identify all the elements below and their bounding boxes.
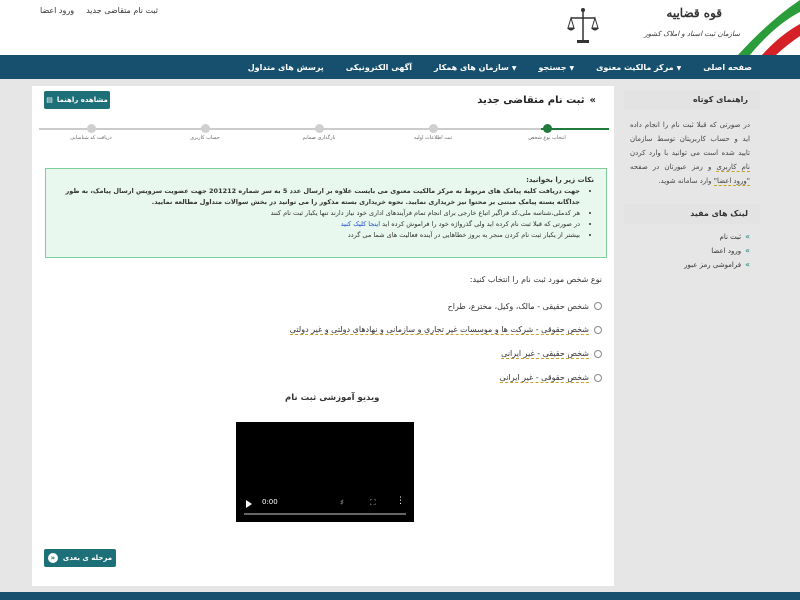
- person-type-options: شخص حقیقی - مالک، وکیل، مخترع، طراح شخص …: [289, 294, 602, 390]
- nav-menu: صفحه اصلی ▼مرکز مالکیت معنوی ▼جستجو ▼ساز…: [248, 55, 752, 79]
- iran-flag-icon: [738, 0, 800, 55]
- click-here-link[interactable]: اینجا کلیک کنید: [341, 220, 380, 228]
- notice-item: هر کدملی،شناسه ملی،کد فراگیر اتباع خارجی…: [56, 208, 580, 219]
- video-time: 0:00: [262, 498, 278, 506]
- tutorial-video-player[interactable]: 0:00 ♯ ⛶ ⋮: [236, 422, 414, 522]
- video-title: ویدیو آموزشی ثبت نام: [285, 393, 380, 403]
- top-links: ورود اعضا ثبت نام متقاضی جدید: [40, 6, 158, 15]
- step-dot: [314, 124, 324, 133]
- login-link[interactable]: ورود اعضا: [40, 6, 74, 15]
- nav-item-search[interactable]: ▼جستجو: [539, 63, 575, 72]
- person-type-question: نوع شخص مورد ثبت نام را انتخاب کنید:: [469, 275, 602, 284]
- chevron-left-icon: »: [745, 246, 750, 255]
- double-chevron-icon: »: [589, 95, 596, 106]
- main-navbar: صفحه اصلی ▼مرکز مالکیت معنوی ▼جستجو ▼ساز…: [0, 55, 800, 79]
- header: ورود اعضا ثبت نام متقاضی جدید قوه قضاییه…: [0, 0, 800, 55]
- caret-down-icon: ▼: [676, 64, 682, 72]
- option-legal-person[interactable]: شخص حقوقی - شرکت ها و موسسات غیر تجاری و…: [289, 318, 602, 342]
- notice-list: جهت دریافت کلیه پیامک های مربوط به مرکز …: [56, 186, 594, 241]
- nav-item-partners[interactable]: ▼سازمان های همکار: [434, 63, 517, 72]
- step-dot: [200, 124, 210, 133]
- step-4: حساب کاربری: [165, 123, 245, 141]
- fullscreen-icon[interactable]: ⛶: [370, 498, 376, 508]
- chevron-left-icon: »: [745, 260, 750, 269]
- option-foreign-natural-person[interactable]: شخص حقیقی - غیر ایرانی: [290, 342, 602, 366]
- logo[interactable]: قوه قضاییه سازمان ثبت اسناد و املاک کشور: [540, 0, 800, 55]
- wizard-stepper: انتخاب نوع شخص ثبت اطلاعات اولیه بارگذار…: [39, 123, 609, 143]
- chevron-left-icon: »: [745, 232, 750, 241]
- main-panel: مشاهده راهنما ▤ »ثبت نام متقاضی جدید انت…: [32, 86, 614, 586]
- video-progress-bar[interactable]: [244, 513, 406, 515]
- page-title: »ثبت نام متقاضی جدید: [477, 95, 596, 106]
- option-natural-person[interactable]: شخص حقیقی - مالک، وکیل، مخترع، طراح: [290, 294, 602, 318]
- nav-item-faq[interactable]: پرسش های متداول: [248, 63, 324, 72]
- step-5: دریافت کد شناسایی: [51, 123, 131, 141]
- notice-box: نکات زیر را بخوانید: جهت دریافت کلیه پیا…: [45, 168, 607, 258]
- next-step-button[interactable]: مرحله ی بعدی «: [44, 549, 116, 567]
- step-dot: [428, 124, 438, 133]
- notice-item: بیشتر از یکبار ثبت نام کردن منجر به بروز…: [56, 230, 580, 241]
- radio-button[interactable]: [594, 374, 602, 382]
- step-dot: [86, 124, 96, 133]
- sidebar-link-forgot-password[interactable]: »فراموشی رمز عبور: [624, 258, 750, 272]
- nav-item-home[interactable]: صفحه اصلی: [703, 63, 752, 72]
- notice-title: نکات زیر را بخوانید:: [526, 176, 594, 184]
- radio-button[interactable]: [594, 326, 602, 334]
- register-link[interactable]: ثبت نام متقاضی جدید: [86, 6, 158, 15]
- nav-item-ip-center[interactable]: ▼مرکز مالکیت معنوی: [596, 63, 681, 72]
- sidebar-link-login[interactable]: »ورود اعضا: [624, 244, 750, 258]
- nav-item-e-notice[interactable]: آگهی الکترونیکی: [346, 63, 412, 72]
- sidebar-link-register[interactable]: »ثبت نام: [624, 230, 750, 244]
- useful-links: »ثبت نام »ورود اعضا »فراموشی رمز عبور: [624, 224, 760, 272]
- arrow-left-icon: «: [47, 553, 58, 563]
- play-icon[interactable]: [246, 500, 252, 508]
- judiciary-emblem-icon: [567, 8, 599, 43]
- notice-item: جهت دریافت کلیه پیامک های مربوط به مرکز …: [56, 186, 580, 208]
- radio-button[interactable]: [594, 302, 602, 310]
- useful-links-title: لینک های مفید: [624, 204, 760, 224]
- sidebar: راهنمای کوتاه در صورتی که قبلا ثبت نام ر…: [624, 90, 760, 272]
- step-1: انتخاب نوع شخص: [507, 123, 587, 141]
- book-icon: ▤: [46, 96, 53, 104]
- logo-subtitle: سازمان ثبت اسناد و املاک کشور: [644, 30, 740, 38]
- step-2: ثبت اطلاعات اولیه: [393, 123, 473, 141]
- caret-down-icon: ▼: [511, 64, 517, 72]
- view-help-button[interactable]: مشاهده راهنما ▤: [44, 91, 110, 109]
- guide-title: راهنمای کوتاه: [624, 90, 760, 110]
- notice-item: در صورتی که قبلا ثبت نام کرده اید ولی گذ…: [56, 219, 580, 230]
- guide-text: در صورتی که قبلا ثبت نام را انجام داده ا…: [630, 121, 750, 186]
- step-dot: [542, 124, 552, 133]
- volume-icon[interactable]: ♯: [340, 498, 344, 507]
- step-3: بارگذاری ضمایم: [279, 123, 359, 141]
- more-options-icon[interactable]: ⋮: [396, 496, 405, 506]
- radio-button[interactable]: [594, 350, 602, 358]
- logo-title: قوه قضاییه: [666, 6, 722, 20]
- caret-down-icon: ▼: [569, 64, 575, 72]
- option-foreign-legal-person[interactable]: شخص حقوقی - غیر ایرانی: [290, 366, 602, 390]
- footer-strip: [0, 592, 800, 600]
